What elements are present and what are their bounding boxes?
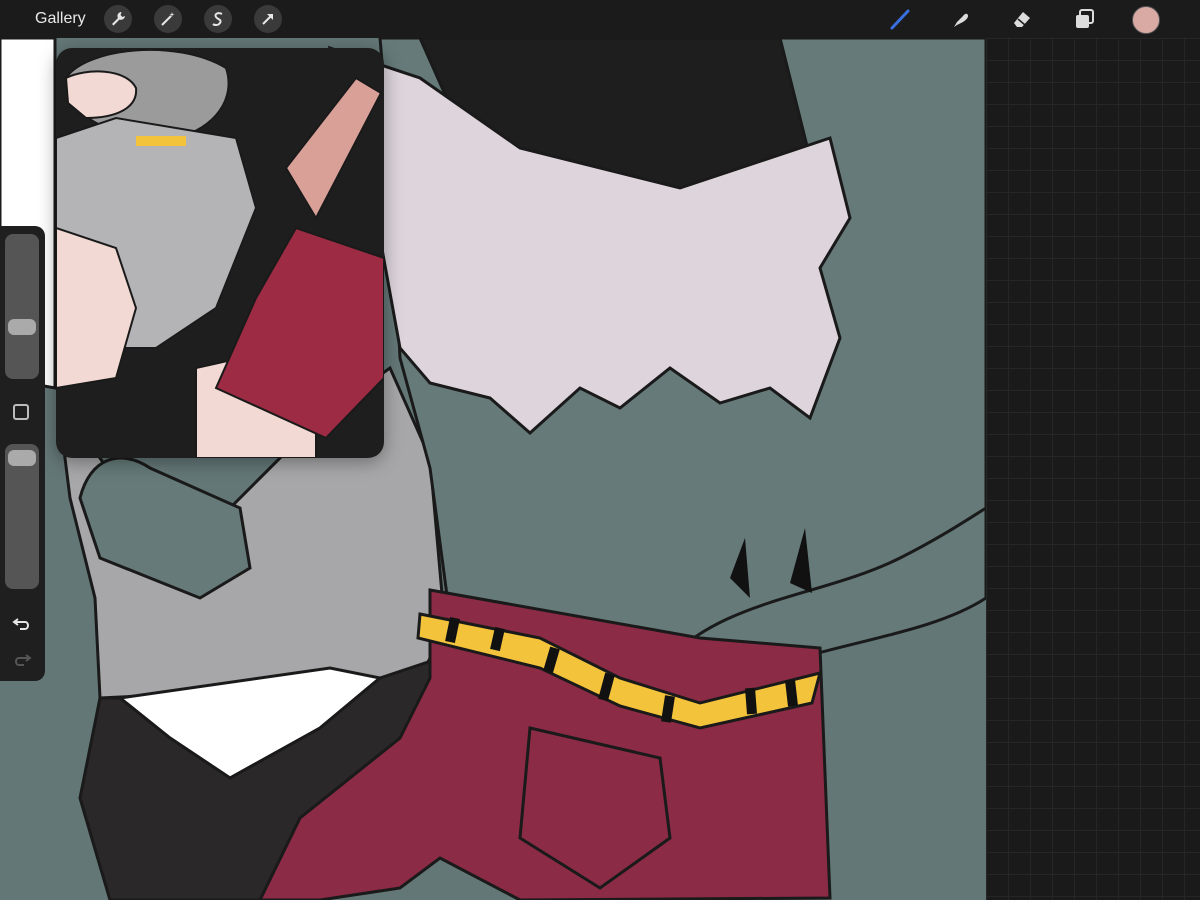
undo-icon[interactable] <box>10 611 34 635</box>
reference-image <box>56 48 384 458</box>
opacity-slider[interactable] <box>5 444 39 589</box>
redo-icon[interactable] <box>10 647 34 671</box>
reference-window[interactable] <box>56 48 384 458</box>
top-toolbar: Gallery <box>0 0 1200 38</box>
canvas-outside-grid <box>986 38 1200 900</box>
brush-glyph <box>890 9 910 30</box>
modify-button[interactable] <box>13 404 29 420</box>
transform-arrow-icon[interactable] <box>254 5 282 33</box>
eraser-icon[interactable] <box>1008 5 1036 33</box>
opacity-thumb[interactable] <box>8 450 36 466</box>
wrench-icon[interactable] <box>104 5 132 33</box>
left-sidebar <box>0 226 45 681</box>
reference-collar-stripe <box>136 136 186 146</box>
brush-size-slider[interactable] <box>5 234 39 379</box>
gallery-button[interactable]: Gallery <box>35 9 86 29</box>
layers-icon[interactable] <box>1070 5 1098 33</box>
color-picker-swatch[interactable] <box>1132 6 1160 34</box>
brush-size-thumb[interactable] <box>8 319 36 335</box>
smudge-icon[interactable] <box>946 5 974 33</box>
magic-wand-icon[interactable] <box>154 5 182 33</box>
selection-icon[interactable] <box>204 5 232 33</box>
brush-icon[interactable] <box>886 5 914 33</box>
